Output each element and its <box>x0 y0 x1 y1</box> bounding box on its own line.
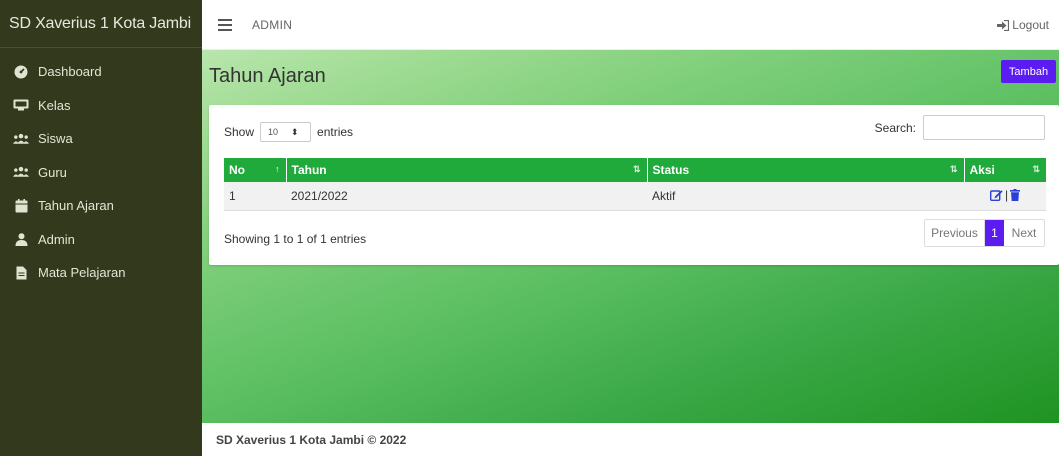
cell-no: 1 <box>224 182 286 211</box>
table-info: Showing 1 to 1 of 1 entries <box>224 232 367 246</box>
entries-length-select[interactable]: 10 ⬍ <box>260 122 312 142</box>
sidebar-item-tahun-ajaran[interactable]: Tahun Ajaran <box>0 189 202 223</box>
sidebar-item-label: Mata Pelajaran <box>38 265 126 281</box>
column-header-status[interactable]: Status ⇅ <box>647 158 965 182</box>
sort-icon: ⇅ <box>949 164 958 174</box>
users-icon <box>13 164 29 180</box>
column-header-no[interactable]: No ↑ <box>224 158 287 182</box>
entries-length-value: 10 <box>268 127 279 137</box>
column-label: Tahun <box>291 163 327 177</box>
users-icon <box>13 131 29 147</box>
updown-caret-icon: ⬍ <box>291 127 299 137</box>
sidebar-item-mata-pelajaran[interactable]: Mata Pelajaran <box>0 256 202 290</box>
cell-tahun: 2021/2022 <box>286 182 647 211</box>
search-label: Search: <box>874 120 916 135</box>
data-table: No ↑ Tahun ⇅ Status ⇅ Aksi ⇅ 1 2021/2022 Akt… <box>224 158 1046 211</box>
sidebar-item-label: Guru <box>38 164 67 180</box>
sidebar-nav: Dashboard Kelas Siswa Guru Tahun Ajaran <box>0 48 202 290</box>
sort-icon: ⇅ <box>632 164 641 174</box>
sort-icon: ⇅ <box>1032 164 1040 174</box>
role-label: ADMIN <box>252 17 293 32</box>
sidebar-item-label: Siswa <box>38 131 73 147</box>
column-header-tahun[interactable]: Tahun ⇅ <box>286 158 648 182</box>
search-control: Search: <box>875 115 1045 140</box>
sidebar-item-siswa[interactable]: Siswa <box>0 122 202 156</box>
sidebar-item-label: Admin <box>38 231 75 247</box>
sidebar-item-guru[interactable]: Guru <box>0 156 202 190</box>
entries-label: entries <box>317 125 354 139</box>
column-label: Aksi <box>969 163 995 177</box>
logout-label: Logout <box>1012 18 1049 32</box>
sidebar-item-label: Dashboard <box>38 64 102 80</box>
trash-icon[interactable] <box>1010 188 1021 201</box>
show-label: Show <box>224 125 255 139</box>
column-label: No <box>229 163 245 177</box>
sidebar-item-admin[interactable]: Admin <box>0 223 202 257</box>
topbar: ADMIN Logout <box>202 0 1059 50</box>
pagination-page-1[interactable]: 1 <box>985 220 1004 246</box>
search-input[interactable] <box>923 115 1045 140</box>
column-label: Status <box>652 163 690 177</box>
pagination-previous[interactable]: Previous <box>925 220 985 246</box>
sidebar-item-label: Tahun Ajaran <box>38 198 114 214</box>
table-row: 1 2021/2022 Aktif | <box>224 182 1046 211</box>
sign-out-icon <box>997 19 1010 31</box>
menu-toggle-icon[interactable] <box>218 18 232 31</box>
file-icon <box>13 265 29 281</box>
column-header-aksi[interactable]: Aksi ⇅ <box>964 158 1046 182</box>
edit-icon[interactable] <box>989 189 1003 201</box>
table-header-row: No ↑ Tahun ⇅ Status ⇅ Aksi ⇅ <box>224 158 1046 182</box>
page-title: Tahun Ajaran <box>209 65 326 87</box>
logout-link[interactable]: Logout <box>997 18 1049 32</box>
sort-asc-icon: ↑ <box>275 164 280 174</box>
pagination-next[interactable]: Next <box>1004 220 1044 246</box>
calendar-icon <box>13 198 29 214</box>
cell-aksi: | <box>964 182 1046 211</box>
sidebar-item-kelas[interactable]: Kelas <box>0 89 202 123</box>
data-card: Show 10 ⬍ entries Search: No ↑ Tahun ⇅ Sta… <box>209 105 1059 265</box>
main-content: Tahun Ajaran Tambah Show 10 ⬍ entries Se… <box>202 50 1059 423</box>
sidebar: SD Xaverius 1 Kota Jambi Dashboard Kelas… <box>0 0 202 456</box>
pagination: Previous 1 Next <box>924 219 1045 247</box>
cell-status: Aktif <box>647 182 964 211</box>
add-button[interactable]: Tambah <box>1001 60 1056 83</box>
sidebar-item-dashboard[interactable]: Dashboard <box>0 55 202 89</box>
action-separator: | <box>1004 187 1009 202</box>
user-icon <box>13 231 29 247</box>
chalkboard-icon <box>13 97 29 113</box>
dashboard-icon <box>13 64 29 80</box>
sidebar-item-label: Kelas <box>38 97 71 113</box>
length-control: Show 10 ⬍ entries <box>224 122 353 142</box>
brand-title[interactable]: SD Xaverius 1 Kota Jambi <box>0 0 202 48</box>
footer: SD Xaverius 1 Kota Jambi © 2022 <box>202 423 1059 456</box>
